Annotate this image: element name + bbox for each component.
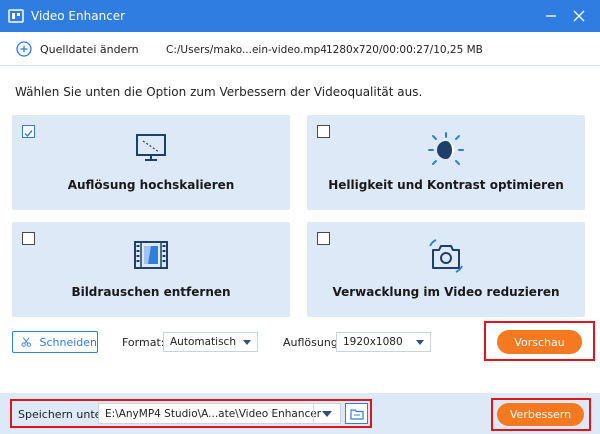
app-logo-icon	[8, 8, 24, 24]
option-card-denoise[interactable]: Bildrauschen entfernen	[12, 222, 290, 317]
format-value: Automatisch	[170, 336, 236, 348]
add-circle-icon	[16, 41, 32, 57]
enhance-button[interactable]: Verbessern	[497, 403, 584, 426]
window-title: Video Enhancer	[31, 9, 126, 23]
folder-icon	[349, 408, 364, 420]
open-folder-button[interactable]	[345, 403, 368, 424]
source-file-meta: 1280x720/00:00:27/10,25 MB	[326, 44, 483, 56]
preview-button[interactable]: Vorschau	[497, 330, 582, 354]
preview-label: Vorschau	[514, 335, 565, 349]
save-path-value: E:\AnyMP4 Studio\A...ate\Video Enhancer	[105, 407, 322, 420]
change-source-label: Quelldatei ändern	[40, 42, 139, 56]
source-file-path: C:/Users/mako...ein-video.mp4	[166, 44, 327, 56]
film-denoise-icon	[133, 238, 169, 277]
camera-stabilize-icon	[428, 238, 464, 279]
upscale-checkbox[interactable]	[22, 125, 35, 138]
source-bar: Quelldatei ändern C:/Users/mako...ein-vi…	[0, 32, 600, 66]
option-card-upscale[interactable]: Auflösung hochskalieren	[12, 115, 290, 210]
resolution-label: Auflösung:	[283, 336, 342, 349]
brightness-label: Helligkeit und Kontrast optimieren	[328, 178, 564, 192]
cut-label: Schneiden	[39, 335, 97, 349]
stabilize-checkbox[interactable]	[317, 232, 330, 245]
chevron-down-icon	[322, 410, 332, 417]
resolution-value: 1920x1080	[343, 336, 403, 348]
denoise-label: Bildrauschen entfernen	[71, 285, 231, 299]
resolution-select[interactable]: 1920x1080	[336, 332, 431, 352]
brightness-checkbox[interactable]	[317, 125, 330, 138]
option-card-brightness[interactable]: Helligkeit und Kontrast optimieren	[307, 115, 585, 210]
format-select[interactable]: Automatisch	[163, 332, 258, 352]
minimize-button[interactable]	[541, 6, 561, 26]
scissors-icon	[21, 337, 32, 347]
title-bar: Video Enhancer	[0, 0, 600, 32]
save-path-field[interactable]: E:\AnyMP4 Studio\A...ate\Video Enhancer	[98, 403, 341, 424]
instruction-text: Wählen Sie unten die Option zum Verbesse…	[15, 85, 423, 99]
cut-button[interactable]: Schneiden	[12, 331, 98, 353]
denoise-checkbox[interactable]	[22, 232, 35, 245]
close-button[interactable]	[569, 6, 589, 26]
option-card-stabilize[interactable]: Verwacklung im Video reduzieren	[307, 222, 585, 317]
upscale-label: Auflösung hochskalieren	[67, 178, 235, 192]
change-source-button[interactable]: Quelldatei ändern	[16, 41, 139, 57]
format-label: Format:	[122, 336, 165, 349]
stabilize-label: Verwacklung im Video reduzieren	[332, 285, 560, 299]
enhance-label: Verbessern	[509, 408, 572, 421]
brightness-icon	[428, 131, 464, 172]
monitor-upscale-icon	[134, 131, 168, 170]
chevron-down-icon	[243, 340, 251, 345]
save-location-label: Speichern unter:	[18, 408, 110, 421]
save-path-dropdown[interactable]	[313, 404, 340, 423]
chevron-down-icon	[416, 340, 424, 345]
